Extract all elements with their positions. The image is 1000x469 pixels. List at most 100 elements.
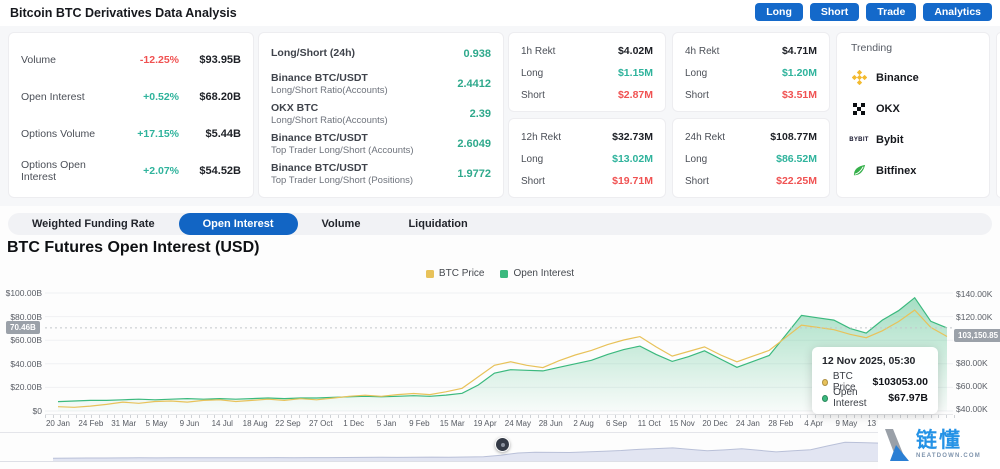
rekt-long-label: Long <box>521 153 544 165</box>
y-axis-tick: $0 <box>32 406 42 416</box>
x-axis-label: 20 Dec <box>702 419 728 428</box>
ratio-row: Binance BTC/USDT Top Trader Long/Short (… <box>271 129 491 159</box>
rekt-short-label: Short <box>521 89 545 101</box>
ratio-label: Long/Short (24h) <box>271 47 355 60</box>
header-actions: Long Short Trade Analytics <box>755 3 992 21</box>
ratio-value: 1.9772 <box>457 168 491 180</box>
rekt-short-value: $22.25M <box>776 175 817 187</box>
x-axis-label: 19 Apr <box>473 419 497 428</box>
tab-volume[interactable]: Volume <box>298 213 385 235</box>
x-axis-label: 6 Sep <box>605 419 627 428</box>
stat-change: -12.25% <box>139 53 179 66</box>
rekt-short-label: Short <box>685 175 709 187</box>
stat-row-volume: Volume -12.25% $93.95B <box>21 41 241 78</box>
tab-liquidation[interactable]: Liquidation <box>384 213 491 235</box>
rekt-title: 4h Rekt <box>685 45 720 57</box>
long-short-ratio-card: Long/Short (24h) 0.938 Binance BTC/USDT … <box>258 32 504 198</box>
trending-card: Trending Binance OKX BYBIT Bybit Bitfine… <box>836 32 990 198</box>
x-axis-label: 1 Dec <box>343 419 365 428</box>
legend-open-interest[interactable]: Open Interest <box>500 268 574 279</box>
x-axis-label: 18 Aug <box>242 419 268 428</box>
rekt-long-value: $86.52M <box>776 153 817 165</box>
page-title: Bitcoin BTC Derivatives Data Analysis <box>10 6 237 20</box>
x-axis-label: 9 Jun <box>179 419 200 428</box>
rekt-short-label: Short <box>521 175 545 187</box>
stat-value: $68.20B <box>199 90 241 103</box>
open-interest-dot <box>822 394 829 402</box>
short-button[interactable]: Short <box>809 3 860 21</box>
rekt-total: $4.02M <box>617 45 653 57</box>
x-axis-label: 5 Jan <box>376 419 397 428</box>
ratio-sublabel: Long/Short Ratio(Accounts) <box>271 84 388 96</box>
ratio-row: Binance BTC/USDT Long/Short Ratio(Accoun… <box>271 69 491 99</box>
ratio-sublabel: Top Trader Long/Short (Positions) <box>271 174 414 186</box>
tooltip-label: Open Interest <box>833 387 867 409</box>
x-axis-label: 24 Feb <box>78 419 104 428</box>
ratio-label: OKX BTC <box>271 101 319 114</box>
rekt-title: 1h Rekt <box>521 45 556 57</box>
stat-label: Volume <box>21 53 57 66</box>
current-price-badge: 103,150.85 <box>954 329 1000 343</box>
ratio-value: 2.6049 <box>457 138 491 150</box>
stat-label: Options Open Interest <box>21 158 86 183</box>
current-oi-badge: 70.46B <box>6 320 40 334</box>
rekt-long-value: $1.20M <box>781 67 817 79</box>
long-button[interactable]: Long <box>755 3 803 21</box>
ratio-sublabel: Long/Short Ratio(Accounts) <box>271 114 388 126</box>
y-axis-tick: $40.00B <box>10 358 42 369</box>
trending-item-binance[interactable]: Binance <box>851 62 975 93</box>
x-axis-label: 15 Mar <box>439 419 465 428</box>
rekt-long-value: $13.02M <box>612 153 653 165</box>
x-axis-label: 28 Jun <box>538 419 563 428</box>
stat-label: Options Volume <box>21 127 96 140</box>
stat-change: +0.52% <box>143 90 179 103</box>
tab-open-interest[interactable]: Open Interest <box>178 213 298 235</box>
ratio-value: 2.4412 <box>457 78 491 90</box>
x-axis-label: 15 Nov <box>669 419 695 428</box>
y-axis-tick: $100.00B <box>5 288 42 298</box>
ratio-row: Long/Short (24h) 0.938 <box>271 39 491 69</box>
legend-label: BTC Price <box>438 268 485 279</box>
rekt-card-24h: 24h Rekt $108.77M Long $86.52M Short $22.25… <box>672 118 830 198</box>
ratio-label: Binance BTC/USDT <box>271 71 368 84</box>
tab-weighted-funding-rate[interactable]: Weighted Funding Rate <box>8 213 179 235</box>
stat-value: $54.52B <box>199 164 241 177</box>
rekt-long-label: Long <box>521 67 544 79</box>
trade-button[interactable]: Trade <box>866 3 917 21</box>
market-stats-card: Volume -12.25% $93.95B Open Interest +0.… <box>8 32 254 198</box>
oi-chart[interactable]: BTC Price Open Interest $100.00B $80.00B $… <box>0 260 1000 469</box>
rekt-total: $4.71M <box>781 45 817 57</box>
y-axis-tick: $80.00K <box>956 358 988 368</box>
partial-card <box>996 32 1000 198</box>
ratio-label: Binance BTC/USDT <box>271 161 368 174</box>
x-axis-labels: 20 Jan 24 Feb 31 Mar 5 May 9 Jun 14 Jul 18 Aug… <box>0 419 1000 429</box>
trending-item-bybit[interactable]: BYBIT Bybit <box>849 124 975 155</box>
x-axis-label: 27 Oct <box>309 419 333 428</box>
rekt-title: 12h Rekt <box>521 131 562 143</box>
exchange-name: Bitfinex <box>876 164 917 177</box>
okx-icon <box>851 101 867 117</box>
trending-item-bitfinex[interactable]: Bitfinex <box>851 155 975 186</box>
legend-label: Open Interest <box>513 268 575 279</box>
rekt-card-1h: 1h Rekt $4.02M Long $1.15M Short $2.87M <box>508 32 666 112</box>
navigator-handle[interactable] <box>495 437 510 452</box>
ratio-value: 0.938 <box>463 48 491 60</box>
btc-price-swatch <box>425 269 434 278</box>
x-axis-label: 9 Feb <box>409 419 430 428</box>
trending-item-okx[interactable]: OKX <box>851 93 975 124</box>
x-axis-label: 20 Jan <box>45 419 71 428</box>
rekt-total: $108.77M <box>770 131 817 143</box>
x-axis-label: 5 May <box>145 419 168 428</box>
rekt-short-label: Short <box>685 89 709 101</box>
neatdown-logo-icon <box>885 428 909 461</box>
analytics-button[interactable]: Analytics <box>923 3 992 21</box>
x-axis-label: 24 May <box>504 419 532 428</box>
x-axis-ticks <box>45 414 955 418</box>
y-axis-tick: $40.00K <box>956 404 988 414</box>
ratio-label: Binance BTC/USDT <box>271 131 368 144</box>
bitfinex-icon <box>851 163 867 179</box>
stat-row-options-volume: Options Volume +17.15% $5.44B <box>21 115 241 152</box>
rekt-title: 24h Rekt <box>685 131 726 143</box>
tooltip-value: $67.97B <box>888 392 928 404</box>
legend-btc-price[interactable]: BTC Price <box>425 268 485 279</box>
